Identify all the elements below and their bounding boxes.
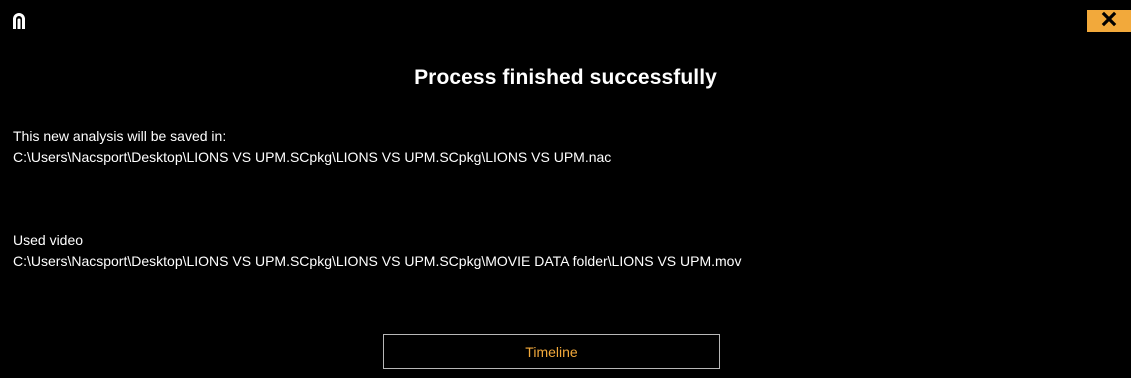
save-location-label: This new analysis will be saved in: (13, 128, 227, 144)
timeline-button[interactable]: Timeline (383, 334, 720, 369)
timeline-button-label: Timeline (525, 343, 578, 360)
used-video-label: Used video (13, 232, 84, 248)
save-location-path: C:\Users\Nacsport\Desktop\LIONS VS UPM.S… (13, 149, 612, 165)
used-video-path: C:\Users\Nacsport\Desktop\LIONS VS UPM.S… (13, 253, 742, 269)
process-finished-dialog: Process finished successfully This new a… (0, 0, 1131, 378)
close-button[interactable] (1087, 10, 1131, 32)
close-icon (1101, 11, 1117, 32)
dialog-title: Process finished successfully (414, 66, 717, 89)
nacsport-logo-icon (12, 12, 26, 29)
